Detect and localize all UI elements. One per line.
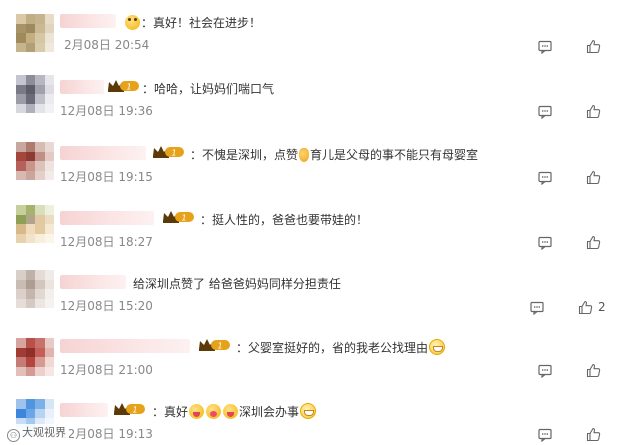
comment-text: ：父婴室挺好的，省的我老公找理由 (236, 339, 446, 356)
comment-text-segment: ： (141, 16, 154, 30)
watermark-logo-icon: ⚇ (7, 429, 20, 442)
reply-icon[interactable] (538, 428, 552, 443)
reply-icon[interactable] (538, 171, 552, 186)
watermark: ⚇ 大观视界 (4, 424, 69, 442)
like-thumb-icon[interactable] (586, 235, 601, 250)
avatar[interactable] (16, 205, 54, 243)
username-blurred[interactable] (60, 211, 154, 225)
crown-badge-icon: 1 (151, 144, 185, 160)
like-thumb-icon[interactable] (586, 427, 601, 442)
crown-badge-icon: 1 (197, 337, 231, 353)
comment-text-segment: 深圳会办事 (239, 405, 300, 419)
comment-text-segment: 育儿是父母的事不能只有母婴室 (310, 148, 479, 162)
avatar[interactable] (16, 75, 54, 113)
comment-text: ：真好！社会在进步！ (124, 14, 261, 31)
comment-timestamp: 2月08日 20:54 (64, 38, 150, 52)
avatar[interactable] (16, 14, 54, 52)
like-count: 2 (598, 300, 606, 314)
reply-icon[interactable] (538, 364, 552, 379)
comment-text-segment: ：真好 (152, 405, 189, 419)
svg-text:1: 1 (126, 83, 131, 92)
reply-icon[interactable] (538, 105, 552, 120)
comment-text: ：不愧是深圳，点赞 育儿是父母的事不能只有母婴室 (190, 146, 478, 163)
comment-text: ：挺人性的，爸爸也要带娃的！ (200, 211, 368, 228)
tongue-emoji-icon (223, 404, 239, 419)
comment-text-segment: ：不愧是深圳，点赞 (190, 148, 299, 162)
like-thumb-icon[interactable] (586, 39, 601, 54)
comment-text: ：真好 深圳会办事 (152, 403, 317, 420)
like-thumb-icon[interactable] (586, 170, 601, 185)
reply-icon[interactable] (538, 236, 552, 251)
comment-timestamp: 12月08日 19:36 (60, 104, 153, 118)
reply-icon[interactable] (538, 40, 552, 55)
username-blurred[interactable] (60, 275, 126, 289)
avatar[interactable] (16, 142, 54, 180)
username-blurred[interactable] (60, 14, 116, 28)
comment-text: ：哈哈，让妈妈们喘口气 (142, 80, 274, 97)
like-thumb-icon[interactable] (578, 300, 593, 315)
username-blurred[interactable] (60, 80, 104, 94)
cheer-emoji-icon (125, 15, 140, 30)
comment-timestamp: 12月08日 19:15 (60, 170, 153, 184)
avatar[interactable] (16, 270, 54, 308)
comment-text-segment: 真好！社会在进步！ (153, 16, 262, 30)
like-thumb-icon[interactable] (586, 104, 601, 119)
grin-emoji-icon (300, 403, 317, 419)
username-blurred[interactable] (60, 339, 190, 353)
crown-badge-icon: 1 (161, 209, 195, 225)
comment-timestamp: 12月08日 15:20 (60, 299, 153, 313)
svg-text:1: 1 (171, 149, 176, 158)
like-thumb-icon[interactable] (586, 363, 601, 378)
reply-icon[interactable] (530, 301, 544, 316)
crown-badge-icon: 1 (106, 78, 140, 94)
crown-badge-icon: 1 (112, 401, 146, 417)
svg-text:1: 1 (132, 406, 137, 415)
avatar[interactable] (16, 338, 54, 376)
svg-text:1: 1 (217, 342, 222, 351)
comment-text-segment: ：挺人性的，爸爸也要带娃的！ (200, 213, 369, 227)
username-blurred[interactable] (60, 146, 146, 160)
tongue-emoji-icon (189, 404, 205, 419)
watermark-text: 大观视界 (22, 426, 66, 439)
comment-timestamp: 12月08日 21:00 (60, 363, 153, 377)
grin-emoji-icon (429, 339, 446, 355)
kiss-emoji-icon (206, 404, 222, 419)
comment-timestamp: 12月08日 18:27 (60, 235, 153, 249)
svg-text:1: 1 (181, 214, 186, 223)
comment-text-segment: ：哈哈，让妈妈们喘口气 (142, 82, 275, 96)
comment-text-segment: ：父婴室挺好的，省的我老公找理由 (236, 341, 429, 355)
comment-text-segment: 给深圳点赞了 给爸爸妈妈同样分担责任 (133, 277, 341, 291)
username-blurred[interactable] (60, 403, 108, 417)
comment-text: 给深圳点赞了 给爸爸妈妈同样分担责任 (133, 275, 341, 292)
comment-timestamp: 12月08日 19:13 (60, 427, 153, 441)
thumb-emoji-icon (299, 148, 310, 162)
